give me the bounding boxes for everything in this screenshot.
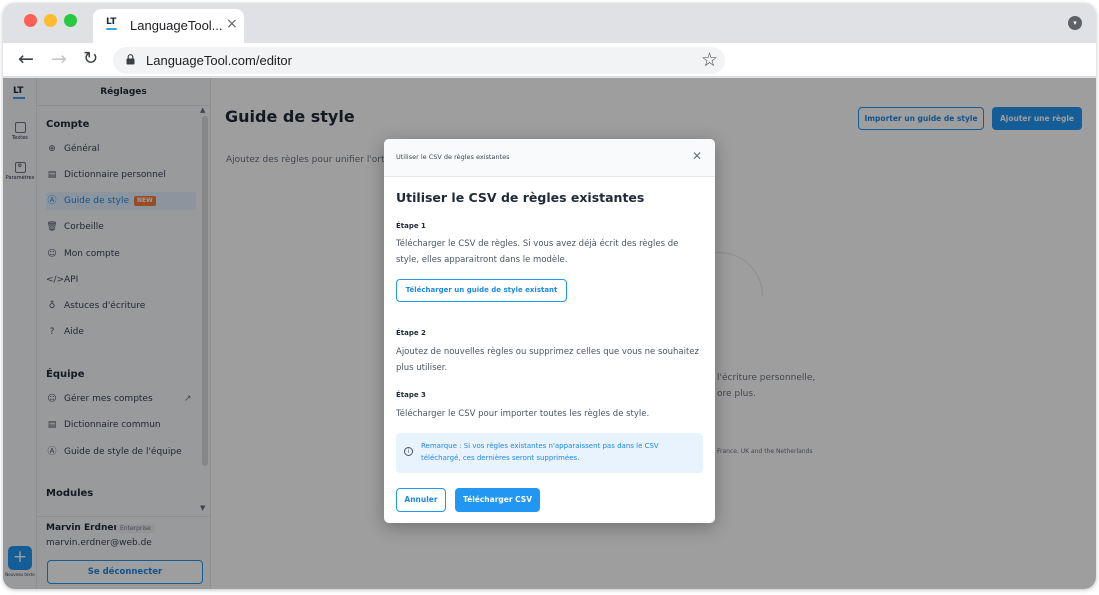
step-2-title: Étape 2 [396, 329, 426, 337]
lock-icon [126, 54, 135, 65]
reload-icon[interactable]: ↻ [83, 48, 98, 69]
modal-header: Utiliser le CSV de règles existantes ✕ [384, 139, 715, 177]
browser-toolbar: ← → ↻ LanguageTool.com/editor ☆ [3, 43, 1096, 77]
tab-title: LanguageTool... [130, 18, 223, 33]
download-existing-guide-button[interactable]: Télécharger un guide de style existant [396, 279, 567, 302]
step-1-text: Télécharger le CSV de règles. Si vous av… [396, 239, 679, 265]
close-icon[interactable]: ✕ [692, 149, 702, 163]
window-maximize-button[interactable] [64, 14, 77, 27]
step-3-text: Télécharger le CSV pour importer toutes … [396, 409, 650, 419]
window-close-button[interactable] [24, 14, 37, 27]
cancel-button[interactable]: Annuler [396, 488, 446, 512]
step-1-title: Étape 1 [396, 222, 426, 230]
step-3-title: Étape 3 [396, 391, 426, 399]
tab-bar: LT LanguageTool... × ▾ [3, 3, 1096, 43]
info-note: i Remarque : Si vos règles existantes n'… [396, 433, 703, 473]
window-minimize-button[interactable] [44, 14, 57, 27]
address-bar[interactable]: LanguageTool.com/editor ☆ [113, 47, 725, 74]
step-2-text: Ajoutez de nouvelles règles ou supprimez… [396, 347, 699, 373]
star-icon[interactable]: ☆ [701, 49, 718, 71]
modal-heading: Utiliser le CSV de règles existantes [396, 190, 645, 205]
back-arrow-icon[interactable]: ← [18, 48, 34, 70]
browser-tab[interactable]: LT LanguageTool... × [93, 9, 244, 43]
info-icon: i [404, 447, 413, 456]
download-csv-button[interactable]: Télécharger CSV [455, 488, 540, 512]
modal-header-title: Utiliser le CSV de règles existantes [396, 153, 510, 161]
languagetool-logo-icon: LT [106, 17, 117, 30]
csv-rules-modal: Utiliser le CSV de règles existantes ✕ U… [384, 139, 715, 523]
url-text: LanguageTool.com/editor [146, 53, 292, 68]
close-icon[interactable]: × [226, 16, 238, 32]
note-text: Remarque : Si vos règles existantes n'ap… [421, 442, 659, 462]
profile-menu-icon[interactable]: ▾ [1068, 16, 1082, 30]
forward-arrow-icon[interactable]: → [51, 48, 67, 70]
tab-logo-text: LT [106, 17, 117, 27]
